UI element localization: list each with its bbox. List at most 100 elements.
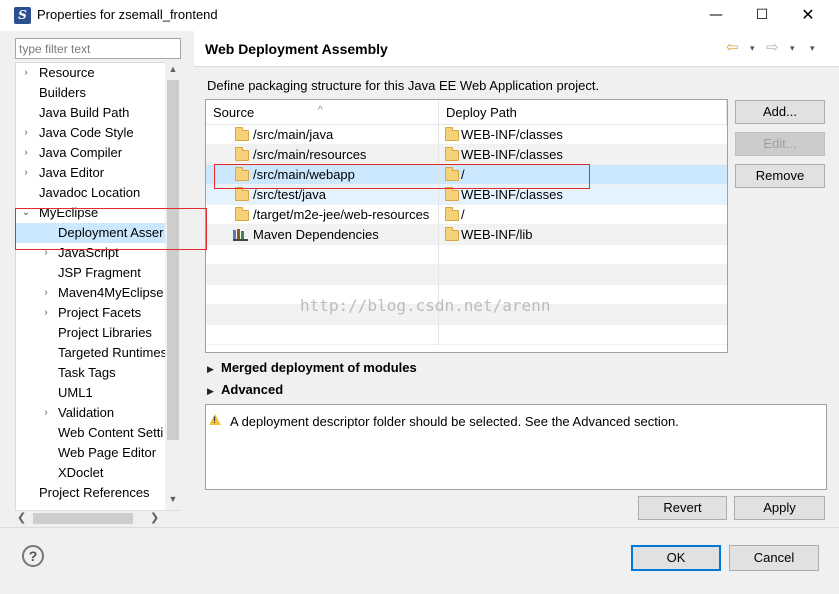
minimize-button[interactable]: — [693, 0, 739, 31]
tree-item[interactable]: › Validation [16, 403, 166, 423]
tree-horizontal-scroll-thumb[interactable] [33, 513, 133, 524]
warning-icon-mark: ! [213, 415, 216, 425]
tree-expand-arrow-icon[interactable]: › [20, 143, 32, 163]
tree-expand-arrow-icon[interactable]: › [40, 303, 52, 323]
annotation-box-webapp-row [214, 164, 590, 189]
tree-item[interactable]: Targeted Runtimes [16, 343, 168, 363]
tree-expand-arrow-icon[interactable]: › [20, 63, 32, 83]
tree-item[interactable]: JSP Fragment [16, 263, 166, 283]
tree-item[interactable]: UML1 [16, 383, 166, 403]
tree-expand-arrow-icon[interactable]: › [20, 123, 32, 143]
tree-item[interactable]: › Java Editor [16, 163, 166, 183]
watermark: http://blog.csdn.net/arenn [300, 296, 551, 315]
folder-icon [445, 127, 459, 141]
scroll-up-arrow-icon[interactable]: ▲ [165, 64, 181, 74]
column-divider [438, 225, 439, 245]
column-header-deploy-path[interactable]: Deploy Path [439, 100, 727, 125]
warning-message: A deployment descriptor folder should be… [230, 414, 679, 429]
back-arrow-icon[interactable]: ⇦ [726, 38, 739, 56]
table-row[interactable] [206, 325, 727, 345]
forward-arrow-icon[interactable]: ⇨ [766, 38, 779, 56]
tree-item[interactable]: XDoclet [16, 463, 166, 483]
tree-item[interactable]: › Java Code Style [16, 123, 166, 143]
tree-item[interactable]: Java Build Path [16, 103, 166, 123]
page-description: Define packaging structure for this Java… [207, 78, 600, 93]
tree-item[interactable]: Web Page Editor [16, 443, 166, 463]
tree-item[interactable]: Builders [16, 83, 166, 103]
table-row[interactable]: /target/m2e-jee/web-resources / [206, 205, 727, 225]
merged-deployment-label: Merged deployment of modules [221, 360, 417, 375]
tree-expand-arrow-icon[interactable]: › [40, 403, 52, 423]
maximize-button[interactable]: ☐ [739, 0, 785, 31]
tree-item[interactable]: › Project Facets [16, 303, 166, 323]
pane-sash[interactable] [189, 31, 194, 527]
tree-item-label: Project Libraries [58, 325, 152, 340]
folder-icon [445, 187, 459, 201]
column-divider [438, 145, 439, 165]
tree-item[interactable]: Web Content Setti [16, 423, 166, 443]
myeclipse-app-icon: S [14, 7, 31, 24]
tree-item[interactable]: Project Libraries [16, 323, 166, 343]
scroll-right-arrow-icon[interactable]: ❯ [150, 511, 159, 524]
advanced-label: Advanced [221, 382, 284, 397]
filter-input[interactable] [15, 38, 181, 59]
column-divider [438, 325, 439, 345]
folder-icon [235, 187, 249, 201]
folder-icon [445, 227, 459, 241]
tree-item-label: Maven4MyEclipse [58, 285, 164, 300]
deploy-path-cell: / [461, 207, 465, 222]
edit-button[interactable]: Edit... [735, 132, 825, 156]
sort-ascending-icon: ^ [318, 105, 323, 116]
tree-item[interactable]: › Java Compiler [16, 143, 166, 163]
table-row[interactable]: /src/main/resources WEB-INF/classes [206, 145, 727, 165]
advanced-section[interactable]: ▶ Advanced [207, 382, 283, 397]
column-header-source[interactable]: Source ^ [206, 100, 439, 125]
tree-item[interactable]: Javadoc Location [16, 183, 166, 203]
source-cell: /src/main/java [253, 127, 334, 142]
tree-expand-arrow-icon[interactable]: › [40, 283, 52, 303]
remove-button[interactable]: Remove [735, 164, 825, 188]
tree-vertical-scroll-thumb[interactable] [167, 80, 179, 440]
back-dropdown-icon[interactable]: ▾ [750, 43, 755, 54]
cancel-button[interactable]: Cancel [729, 545, 819, 571]
revert-button[interactable]: Revert [638, 496, 727, 520]
expand-triangle-icon: ▶ [207, 364, 214, 374]
folder-icon [235, 147, 249, 161]
help-icon[interactable]: ? [22, 545, 44, 567]
folder-icon [445, 147, 459, 161]
deploy-path-cell: WEB-INF/classes [461, 127, 563, 142]
column-header-deploy-label: Deploy Path [446, 105, 517, 120]
table-row[interactable] [206, 245, 727, 265]
tree-item-label: Web Page Editor [58, 445, 157, 460]
add-button[interactable]: Add... [735, 100, 825, 124]
tree-expand-arrow-icon[interactable]: › [20, 163, 32, 183]
merged-deployment-section[interactable]: ▶ Merged deployment of modules [207, 360, 417, 375]
folder-icon [445, 207, 459, 221]
table-row[interactable]: /src/main/java WEB-INF/classes [206, 125, 727, 145]
tree-item-label: Project Facets [58, 305, 142, 320]
property-page-tree: › Resource Builders Java Build Path › Java Co… [15, 62, 181, 527]
tree-item-label: UML1 [58, 385, 93, 400]
column-divider [438, 125, 439, 145]
tree-item-label: Java Editor [39, 165, 105, 180]
scroll-down-arrow-icon[interactable]: ▼ [165, 494, 181, 504]
close-button[interactable]: ✕ [785, 0, 831, 31]
forward-dropdown-icon[interactable]: ▾ [790, 43, 795, 54]
tree-item-label: Targeted Runtimes [58, 345, 168, 360]
table-row[interactable]: Maven Dependencies WEB-INF/lib [206, 225, 727, 245]
view-menu-icon[interactable]: ▾ [810, 43, 815, 54]
tree-item[interactable]: Project References [16, 483, 166, 503]
apply-button[interactable]: Apply [734, 496, 825, 520]
ok-button[interactable]: OK [631, 545, 721, 571]
tree-item[interactable]: › Maven4MyEclipse [16, 283, 166, 303]
column-divider [438, 265, 439, 285]
tree-item[interactable]: › Resource [16, 63, 166, 83]
window-title: Properties for zsemall_frontend [37, 7, 218, 22]
source-cell: /src/main/resources [253, 147, 367, 162]
tree-item-label: Builders [39, 85, 86, 100]
annotation-box-tree [15, 208, 207, 250]
tree-item[interactable]: Task Tags [16, 363, 166, 383]
expand-triangle-icon: ▶ [207, 386, 214, 396]
scroll-left-arrow-icon[interactable]: ❮ [17, 511, 26, 524]
table-row[interactable] [206, 265, 727, 285]
